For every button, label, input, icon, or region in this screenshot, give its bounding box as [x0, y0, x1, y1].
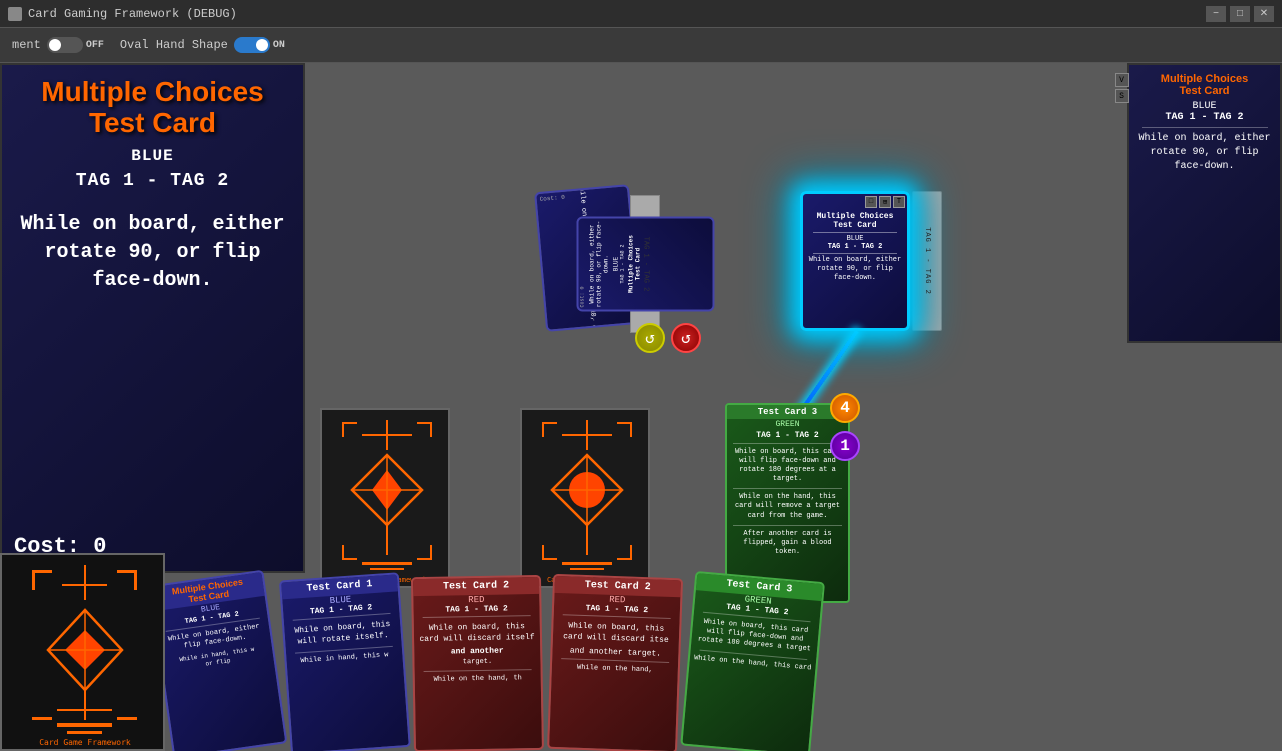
tc2a-tags: TAG 1 - TAG 2: [413, 604, 539, 615]
card-icon-3[interactable]: T: [893, 196, 905, 208]
window-title: Card Gaming Framework (DEBUG): [28, 7, 237, 21]
toggle-group-2: Oval Hand Shape ON: [120, 37, 285, 53]
card-art-svg: Card Game Framework: [2, 555, 165, 751]
s-button[interactable]: S: [1115, 89, 1129, 103]
right-panel-desc: While on board, either rotate 90, or fli…: [1135, 132, 1275, 174]
toggle1-track[interactable]: [47, 37, 83, 53]
panel-description: While on board, either rotate 90, or fli…: [14, 211, 291, 534]
flip-icon: ↺: [681, 328, 691, 348]
card-action-buttons[interactable]: ↺ ↺: [635, 323, 701, 353]
right-panel-inner: V S Multiple ChoicesTest Card BLUE TAG 1…: [1135, 73, 1275, 174]
rotated-cards-group: Cost: 0 While on board, either rotate 90…: [545, 191, 745, 336]
tc2b-hand-text: While on the hand,: [552, 661, 678, 677]
sidebar-tag-text: TAG 1 - TAG 2: [923, 227, 931, 295]
close-button[interactable]: ✕: [1254, 6, 1274, 22]
toggle2-track[interactable]: [234, 37, 270, 53]
hand-card-test3[interactable]: Test Card 3 GREEN TAG 1 - TAG 2 While on…: [680, 571, 825, 751]
badge-4: 4: [830, 393, 860, 423]
hand-card-multiple-choices[interactable]: Multiple ChoicesTest Card BLUE TAG 1 - T…: [165, 570, 287, 751]
hand-cards: Multiple ChoicesTest Card BLUE TAG 1 - T…: [165, 566, 1282, 751]
toggle2-label: Oval Hand Shape: [120, 38, 228, 52]
board-card-art-1: Card Game Framework: [322, 410, 450, 588]
title-bar-left: Card Gaming Framework (DEBUG): [8, 7, 237, 21]
panel-subtitle: BLUE: [131, 147, 173, 165]
toggle2-state-label: ON: [273, 40, 285, 51]
tc3-desc2: While on the hand, this card will remove…: [727, 491, 848, 522]
minimize-button[interactable]: −: [1206, 6, 1226, 22]
framework-board-card-1[interactable]: Card Game Framework: [320, 408, 450, 588]
flip-button[interactable]: ↺: [671, 323, 701, 353]
card-sidebar: TAG 1 - TAG 2: [912, 191, 942, 331]
toggle2-switch[interactable]: ON: [234, 37, 285, 53]
selected-card-glow[interactable]: □ ⊞ T Multiple ChoicesTest Card BLUE TAG…: [800, 191, 910, 331]
svg-text:Card Game Framework: Card Game Framework: [39, 738, 131, 747]
toggle1-label: ment: [12, 38, 41, 52]
right-panel-title: Multiple ChoicesTest Card: [1135, 73, 1275, 97]
glowing-card-group[interactable]: □ ⊞ T Multiple ChoicesTest Card BLUE TAG…: [800, 191, 1000, 336]
right-panel-tags: TAG 1 - TAG 2: [1135, 112, 1275, 123]
tc3-tags: TAG 1 - TAG 2: [727, 430, 848, 441]
board-card-art-2: Card Game Framework: [522, 410, 650, 588]
tc2a-title: Test Card 2: [413, 577, 539, 596]
toggle1-state-label: OFF: [86, 40, 104, 51]
framework-card-bottom-left[interactable]: Card Game Framework: [0, 553, 165, 751]
hand-card-test1[interactable]: Test Card 1 BLUE TAG 1 - TAG 2 While on …: [279, 572, 411, 751]
card-icon-1[interactable]: □: [865, 196, 877, 208]
card-icon-2[interactable]: ⊞: [879, 196, 891, 208]
rotate-icon: ↺: [645, 328, 655, 348]
tc2a-hand-text: While on the hand, th: [415, 672, 541, 686]
tc3-desc3: After another card is flipped, gain a bl…: [727, 528, 848, 559]
left-panel: Multiple ChoicesTest Card BLUE TAG 1 - T…: [0, 63, 305, 573]
framework-board-card-2[interactable]: Card Game Framework: [520, 408, 650, 588]
tc3-desc1: While on board, this card will flip face…: [727, 446, 848, 486]
tc2a-target: target.: [414, 655, 540, 669]
rotate-button[interactable]: ↺: [635, 323, 665, 353]
restore-button[interactable]: □: [1230, 6, 1250, 22]
tc2a-desc: While on board, this card will discard i…: [414, 618, 540, 649]
right-info-panel: V S Multiple ChoicesTest Card BLUE TAG 1…: [1127, 63, 1282, 343]
panel-title: Multiple ChoicesTest Card: [41, 77, 263, 139]
tc2b-desc: While on board, this card will discard i…: [553, 617, 680, 650]
toggle2-knob: [256, 39, 268, 51]
toggle1-knob: [49, 39, 61, 51]
panel-tags: TAG 1 - TAG 2: [76, 171, 229, 191]
hand-card-test2a[interactable]: Test Card 2 RED TAG 1 - TAG 2 While on b…: [411, 575, 544, 751]
toggle1-switch[interactable]: OFF: [47, 37, 104, 53]
right-panel-subtitle: BLUE: [1135, 101, 1275, 112]
game-area: Multiple ChoicesTest Card BLUE TAG 1 - T…: [0, 63, 1282, 751]
window-controls[interactable]: − □ ✕: [1206, 6, 1274, 22]
right-panel-content: Multiple ChoicesTest Card BLUE TAG 1 - T…: [1135, 73, 1275, 174]
tc3-color: GREEN: [727, 419, 848, 430]
toggle-group-1: ment OFF: [12, 37, 104, 53]
badge-1: 1: [830, 431, 860, 461]
toolbar: ment OFF Oval Hand Shape ON: [0, 28, 1282, 63]
vs-buttons[interactable]: V S: [1115, 73, 1129, 103]
v-button[interactable]: V: [1115, 73, 1129, 87]
title-bar: Card Gaming Framework (DEBUG) − □ ✕: [0, 0, 1282, 28]
hand-card-test2b[interactable]: Test Card 2 RED TAG 1 - TAG 2 While on b…: [547, 574, 683, 751]
app-icon: [8, 7, 22, 21]
card-toolbar-icons[interactable]: □ ⊞ T: [865, 196, 905, 208]
